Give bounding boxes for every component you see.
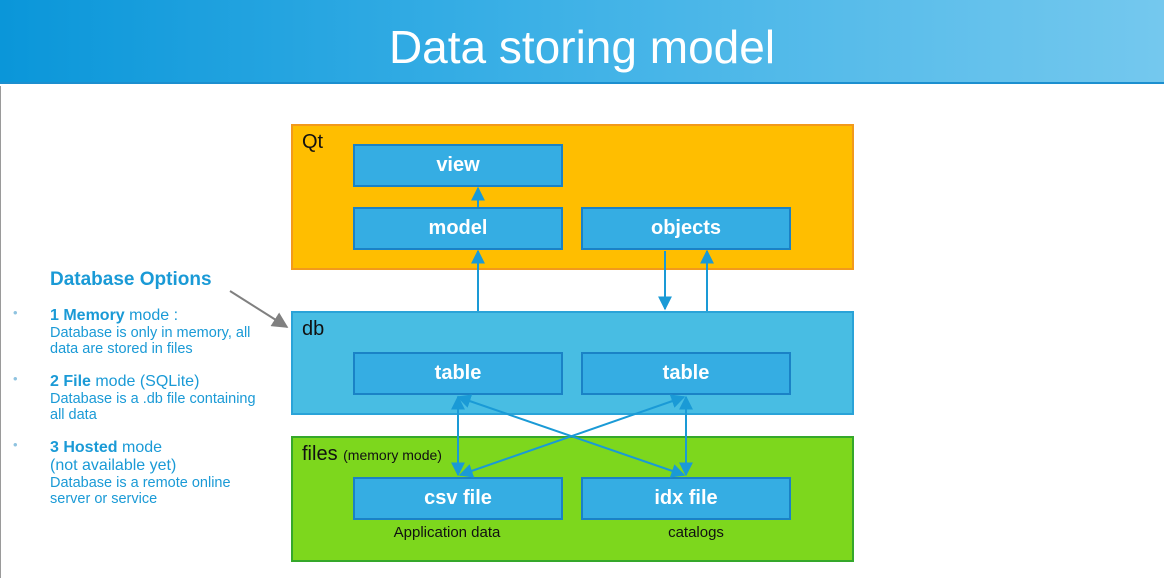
csv-caption: Application data <box>393 524 501 541</box>
database-options-title: Database Options <box>50 269 212 290</box>
view-node: view <box>353 144 563 187</box>
option-file-mode: • 2 File mode (SQLite) Database is a .db… <box>13 371 270 423</box>
idx-file-node: idx file <box>581 477 791 520</box>
option-number-name: 3 Hosted <box>50 439 118 456</box>
files-layer-label: files (memory mode) <box>302 443 442 466</box>
bullet-marker: • <box>13 437 18 452</box>
files-layer-note: (memory mode) <box>343 447 442 463</box>
idx-caption: catalogs <box>668 524 724 541</box>
left-rule <box>0 86 1 578</box>
bullet-marker: • <box>13 305 18 320</box>
table-node-right: table <box>581 352 791 395</box>
option-memory-mode: • 1 Memory mode : Database is only in me… <box>13 305 270 357</box>
option-heading: 1 Memory mode : <box>50 307 270 325</box>
qt-layer-label: Qt <box>302 131 324 153</box>
files-layer-name: files <box>302 443 338 465</box>
option-heading: 3 Hosted mode <box>50 439 270 457</box>
slide-title: Data storing model <box>388 21 776 73</box>
option-heading: 2 File mode (SQLite) <box>50 373 270 391</box>
option-hosted-mode: • 3 Hosted mode (not available yet) Data… <box>13 437 270 507</box>
db-layer-label: db <box>302 318 325 340</box>
option-number-name: 2 File <box>50 373 91 390</box>
option-description: Database is a remote online server or se… <box>50 475 231 507</box>
option-mode: mode (SQLite) <box>90 373 200 390</box>
model-node: model <box>353 207 563 250</box>
objects-node: objects <box>581 207 791 250</box>
bullet-marker: • <box>13 371 18 386</box>
option-mode: mode : <box>124 307 179 324</box>
option-description: Database is only in memory, all data are… <box>50 325 251 357</box>
option-mode: mode <box>117 439 163 456</box>
csv-file-node: csv file <box>353 477 563 520</box>
option-description: Database is a .db file containing all da… <box>50 391 256 423</box>
option-availability: (not available yet) <box>50 457 177 474</box>
table-node-left: table <box>353 352 563 395</box>
option-number-name: 1 Memory <box>50 307 125 324</box>
slide-header: Data storing model <box>0 0 1164 84</box>
